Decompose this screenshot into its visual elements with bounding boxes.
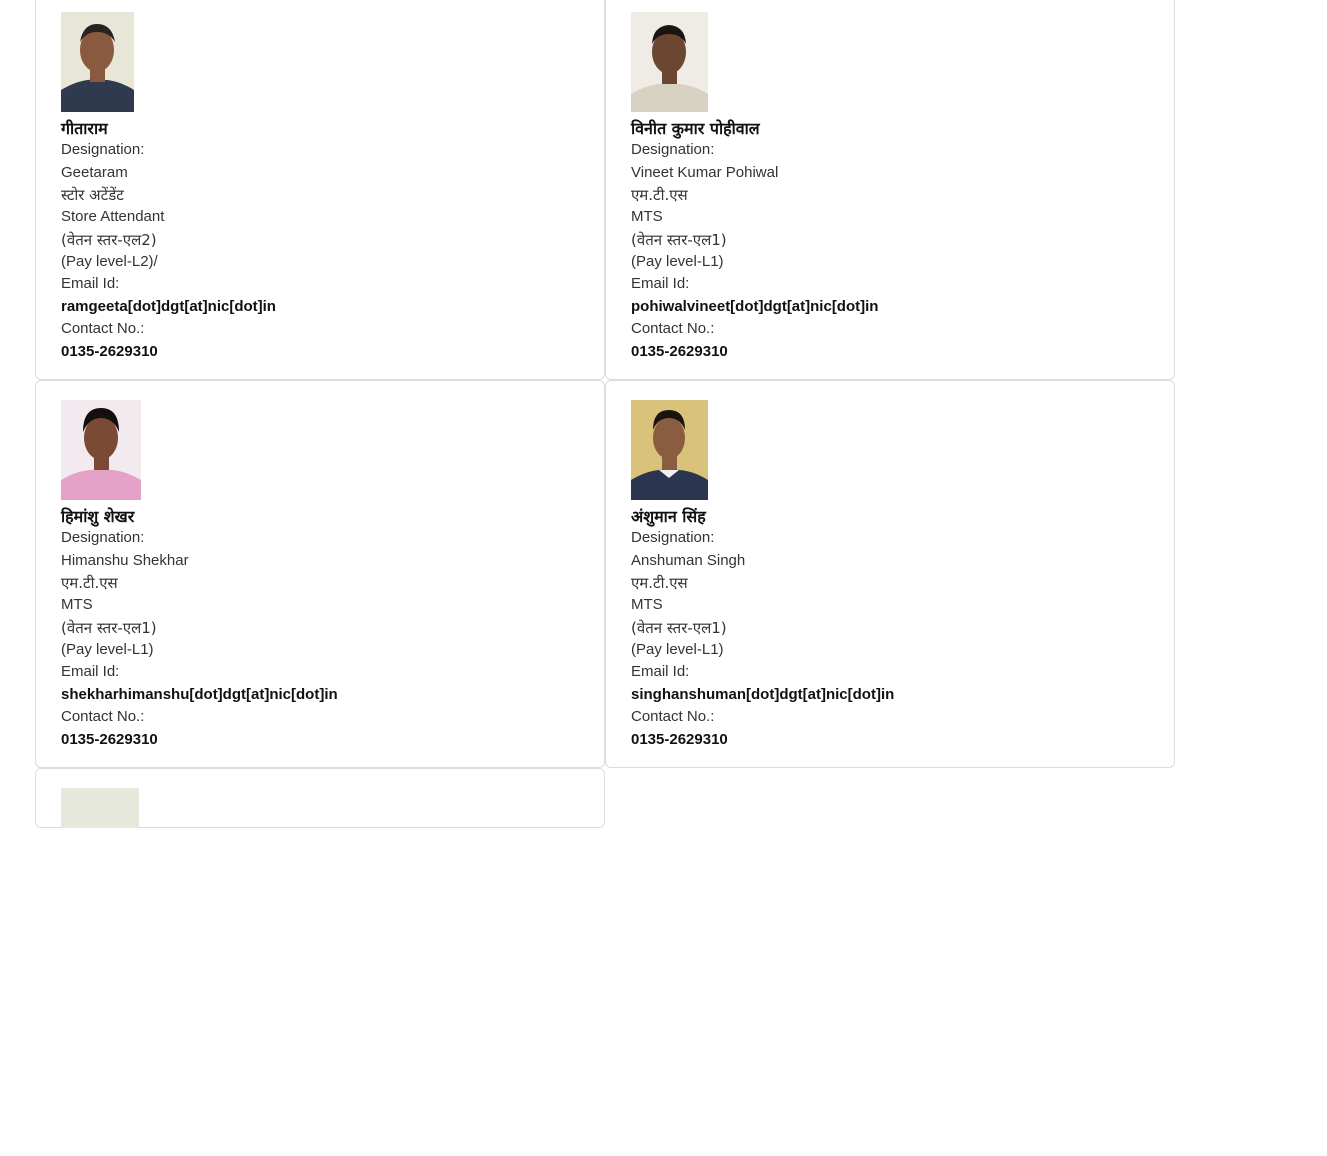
staff-photo [631,12,708,112]
pay-level-hindi: (वेतन स्तर-एल1) [631,618,727,637]
staff-name-english: Vineet Kumar Pohiwal [631,163,779,181]
staff-photo [61,788,139,828]
designation-label: Designation: [61,529,145,546]
staff-name-hindi: गीताराम [61,119,108,138]
contact-value: 0135-2629310 [61,342,158,360]
contact-value: 0135-2629310 [631,342,728,360]
email-value: shekharhimanshu[dot]dgt[at]nic[dot]in [61,685,338,703]
designation-hindi: एम.टी.एस [631,574,688,592]
pay-level-hindi: (वेतन स्तर-एल1) [61,618,157,637]
staff-name-hindi: अंशुमान सिंह [631,507,706,526]
designation-label: Designation: [631,141,715,158]
staff-name-english: Himanshu Shekhar [61,551,189,569]
staff-name-hindi: विनीत कुमार पोहीवाल [631,119,760,138]
pay-level-english: (Pay level-L1) [631,252,724,270]
staff-card: गीताराम Designation: Geetaram स्टोर अटें… [35,0,605,380]
email-value: ramgeeta[dot]dgt[at]nic[dot]in [61,297,276,315]
staff-card [35,768,605,828]
staff-photo [631,400,708,500]
contact-value: 0135-2629310 [631,730,728,748]
designation-hindi: स्टोर अटेंडेंट [61,186,124,204]
email-label: Email Id: [631,663,690,680]
pay-level-english: (Pay level-L2)/ [61,252,158,270]
contact-label: Contact No.: [61,320,145,337]
designation-hindi: एम.टी.एस [61,574,118,592]
contact-label: Contact No.: [631,708,715,725]
designation-hindi: एम.टी.एस [631,186,688,204]
pay-level-english: (Pay level-L1) [61,640,154,658]
staff-name-english: Anshuman Singh [631,551,746,569]
staff-name-hindi: हिमांशु शेखर [61,507,135,526]
email-label: Email Id: [61,275,120,292]
contact-label: Contact No.: [631,320,715,337]
email-label: Email Id: [631,275,690,292]
staff-card: हिमांशु शेखर Designation: Himanshu Shekh… [35,380,605,768]
staff-grid: गीताराम Designation: Geetaram स्टोर अटें… [35,0,1175,1156]
contact-label: Contact No.: [61,708,145,725]
email-value: pohiwalvineet[dot]dgt[at]nic[dot]in [631,297,879,315]
pay-level-hindi: (वेतन स्तर-एल2) [61,230,157,249]
email-value: singhanshuman[dot]dgt[at]nic[dot]in [631,685,895,703]
staff-photo [61,400,141,500]
staff-card: अंशुमान सिंह Designation: Anshuman Singh… [605,380,1175,768]
staff-card: विनीत कुमार पोहीवाल Designation: Vineet … [605,0,1175,380]
pay-level-english: (Pay level-L1) [631,640,724,658]
pay-level-hindi: (वेतन स्तर-एल1) [631,230,727,249]
email-label: Email Id: [61,663,120,680]
designation-english: Store Attendant [61,208,165,225]
designation-label: Designation: [631,529,715,546]
designation-english: MTS [631,596,663,613]
designation-english: MTS [631,208,663,225]
contact-value: 0135-2629310 [61,730,158,748]
designation-english: MTS [61,596,93,613]
designation-label: Designation: [61,141,145,158]
staff-name-english: Geetaram [61,163,128,181]
staff-photo [61,12,134,112]
